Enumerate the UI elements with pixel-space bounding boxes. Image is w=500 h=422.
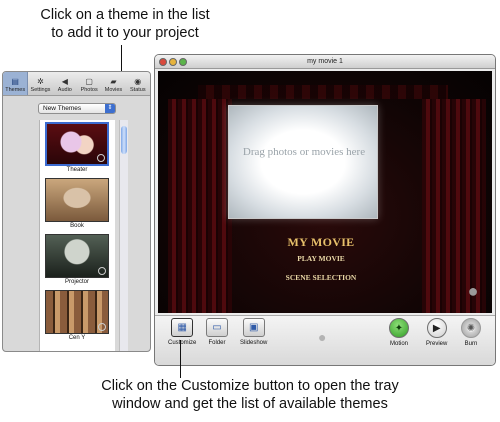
theme-item-projector[interactable]: Projector [45, 234, 109, 285]
walking-figure-icon: ✦ [394, 322, 404, 334]
motion-badge-icon [98, 267, 106, 275]
tray-toolbar: ▤ Themes ✲ Settings ◀ Audio ▢ Photos ▰ M… [3, 72, 150, 96]
theme-thumbnail [45, 234, 109, 278]
slideshow-button[interactable]: ▣ [242, 318, 265, 337]
tab-audio[interactable]: ◀ Audio [53, 72, 77, 95]
scrollbar-thumb[interactable] [121, 126, 127, 154]
zoom-button[interactable] [179, 58, 187, 66]
theme-label: Cen Y [68, 335, 86, 341]
theme-thumbnail [45, 178, 109, 222]
theme-set-select[interactable]: New Themes ⇕ [38, 103, 116, 114]
callout-bottom-line1: Click on the Customize button to open th… [101, 378, 399, 394]
theme-label: Theater [66, 167, 88, 173]
tab-settings-label: Settings [30, 87, 51, 93]
photos-icon: ▢ [85, 77, 93, 86]
motion-button[interactable]: ✦ [389, 318, 409, 338]
apple-logo-icon: ● [318, 329, 327, 345]
theme-label: Book [70, 223, 84, 229]
theme-list: Theater Book Projector Cen Y [39, 120, 115, 351]
slideshow-control[interactable]: ▣ Slideshow [240, 318, 267, 346]
tab-photos[interactable]: ▢ Photos [77, 72, 101, 95]
folder-label: Folder [208, 340, 226, 346]
tab-photos-label: Photos [80, 87, 98, 93]
theme-item-cen-y[interactable]: Cen Y [45, 290, 109, 341]
main-window: my movie 1 Drag photos or movies here MY… [154, 54, 496, 366]
theme-item-book[interactable]: Book [45, 178, 109, 229]
theme-item-theater[interactable]: Theater [45, 122, 109, 173]
tab-status[interactable]: ◉ Status [126, 72, 150, 95]
curtain-valance [198, 85, 448, 99]
motion-badge-icon [97, 154, 105, 162]
preview-label: Preview [426, 341, 448, 347]
customize-icon: ▦ [177, 322, 187, 333]
motion-control[interactable]: ✦ Motion [389, 318, 409, 347]
callout-bottom-line2: window and get the list of available the… [112, 396, 388, 412]
tab-themes-label: Themes [5, 87, 26, 93]
customize-control[interactable]: ▦ Customize [168, 318, 196, 346]
control-bar: ▦ Customize ▭ Folder ▣ Slideshow ● ✦ Mot… [155, 315, 495, 365]
callout-top-line2: to add it to your project [51, 25, 199, 41]
theme-thumbnail [45, 290, 109, 334]
tray-window: ▤ Themes ✲ Settings ◀ Audio ▢ Photos ▰ M… [2, 71, 151, 352]
window-title: my movie 1 [307, 58, 343, 65]
theme-set-value: New Themes [43, 105, 82, 112]
customize-button[interactable]: ▦ [171, 318, 194, 337]
burn-control[interactable]: ✺ Burn [461, 318, 481, 347]
menu-button-scene-selection[interactable]: SCENE SELECTION [158, 273, 488, 282]
tab-audio-label: Audio [57, 87, 72, 93]
tab-settings[interactable]: ✲ Settings [28, 72, 52, 95]
folder-button[interactable]: ▭ [206, 318, 228, 337]
title-bar: my movie 1 [155, 55, 495, 69]
folder-control[interactable]: ▭ Folder [206, 318, 228, 346]
film-icon: ▰ [110, 77, 117, 86]
tab-movies[interactable]: ▰ Movies [101, 72, 125, 95]
menu-preview: Drag photos or movies here MY MOVIE PLAY… [158, 71, 492, 313]
close-button[interactable] [159, 58, 167, 66]
drop-zone[interactable]: Drag photos or movies here [228, 105, 378, 219]
slideshow-label: Slideshow [240, 340, 268, 346]
folder-icon: ▭ [212, 322, 222, 333]
callout-bottom-leader [180, 340, 181, 378]
chevron-updown-icon: ⇕ [105, 104, 115, 113]
menu-title[interactable]: MY MOVIE [158, 235, 488, 250]
gear-icon: ✲ [37, 77, 44, 86]
callout-top: Click on a theme in the list to add it t… [0, 6, 250, 42]
status-icon: ◉ [134, 77, 142, 86]
tab-movies-label: Movies [104, 87, 123, 93]
preview-button[interactable]: ▶ [426, 318, 447, 338]
callout-top-line1: Click on a theme in the list [40, 7, 210, 23]
preview-control[interactable]: ▶ Preview [426, 318, 447, 347]
motion-badge-icon [98, 323, 106, 331]
callout-bottom: Click on the Customize button to open th… [8, 377, 492, 413]
play-icon: ▶ [432, 322, 441, 334]
themes-icon: ▤ [11, 77, 19, 86]
burn-button[interactable]: ✺ [461, 318, 481, 338]
theme-thumbnail [45, 122, 109, 166]
motion-label: Motion [389, 341, 408, 347]
customize-label: Customize [168, 340, 197, 346]
menu-button-play-movie[interactable]: PLAY MOVIE [158, 254, 488, 263]
minimize-button[interactable] [169, 58, 177, 66]
slideshow-icon: ▣ [248, 322, 259, 333]
burn-disc-icon: ✺ [466, 322, 476, 334]
speaker-icon: ◀ [61, 77, 68, 86]
theme-list-scrollbar[interactable] [119, 120, 128, 351]
drop-zone-text: Drag photos or movies here [242, 146, 366, 158]
theme-label: Projector [64, 279, 89, 285]
tab-status-label: Status [130, 87, 146, 93]
apple-logo-icon: ● [467, 281, 479, 301]
tab-themes[interactable]: ▤ Themes [3, 72, 29, 95]
burn-label: Burn [464, 341, 478, 347]
